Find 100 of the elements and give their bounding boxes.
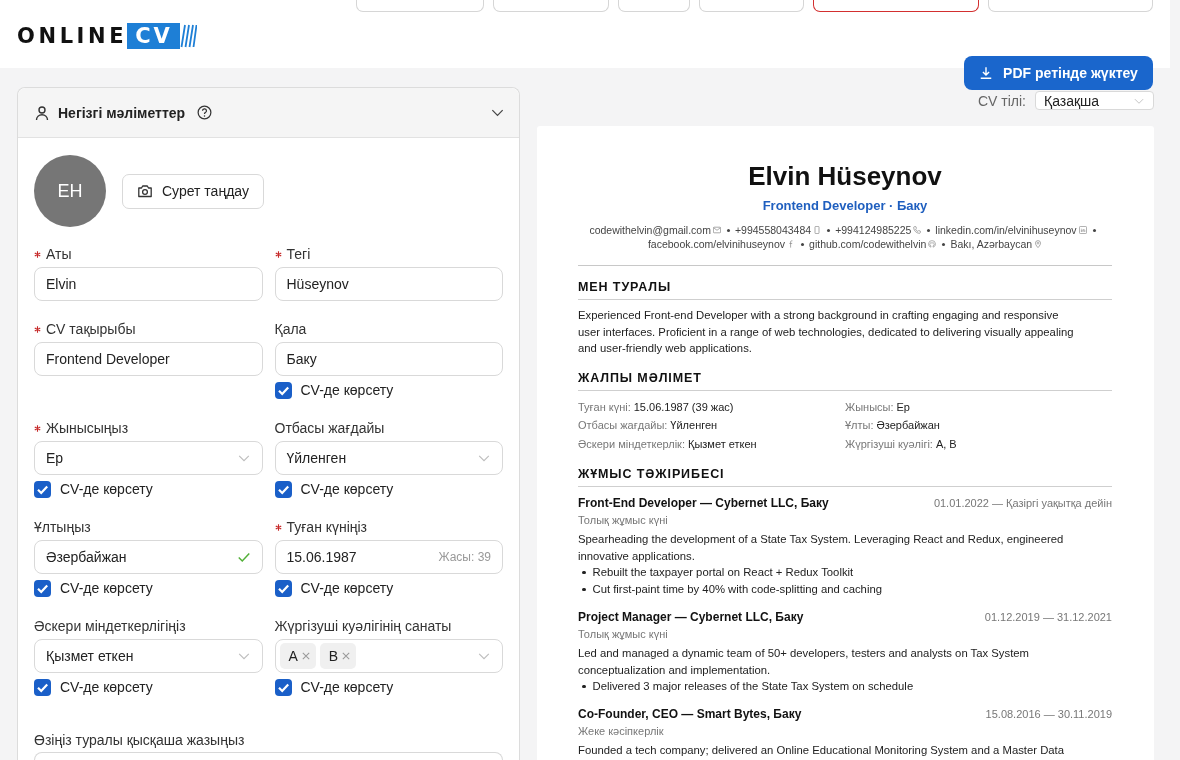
bullet-icon [582, 587, 586, 592]
person-icon [34, 104, 50, 121]
tag-chip[interactable]: B [319, 643, 357, 669]
field-label: Өзіңіз туралы қысқаша жазыңыз [34, 732, 245, 748]
fact-label: Ұлты: [845, 418, 874, 433]
job-title: Front-End Developer — Cybernet LLC, Баку [578, 495, 829, 511]
text-field[interactable]: Баку [274, 342, 503, 376]
choose-photo-button[interactable]: Сурет таңдау [122, 173, 264, 209]
separator-dot-icon [801, 242, 805, 246]
fact-label: Туған күні: [578, 399, 631, 415]
field-label: Әскери міндеткерлігіңіз [34, 618, 186, 634]
job-bullet: Cut first-paint time by 40% with code-splitting and caching [592, 582, 882, 597]
separator-dot-icon [927, 228, 931, 232]
job-type: Толық жұмыс күні [578, 513, 668, 528]
contact-text: +994558043484 [734, 223, 812, 237]
checkbox-label[interactable]: CV-де көрсету [300, 481, 394, 497]
job-dates: 01.12.2019 — 31.12.2021 [984, 610, 1112, 625]
envelope-icon [712, 226, 721, 234]
contact-text: +994124985225 [835, 223, 912, 237]
contact-text: github.com/codewithelvin [809, 237, 927, 251]
section-heading: ЖҰМЫС ТӘЖІРИБЕСІ [578, 467, 725, 481]
field-label: Отбасы жағдайы [274, 420, 385, 436]
toolbar-button[interactable] [813, 0, 979, 12]
help-icon[interactable] [197, 105, 213, 120]
contact-text: Bakı, Azərbaycan [950, 237, 1033, 251]
bullet-icon [582, 570, 586, 575]
job-description: Spearheading the development of a State Tax System. Leveraging React and Redux, engineered innovative applications. [578, 532, 1065, 564]
checkbox[interactable] [34, 678, 51, 696]
multi-select-field[interactable]: A B [274, 639, 503, 673]
select-field[interactable]: Қызмет еткен [34, 639, 263, 673]
avatar-initials: EH [34, 155, 106, 227]
checkbox-label[interactable]: CV-де көрсету [300, 580, 394, 596]
job-dates: 01.01.2022 — Қазіргі уақытқа дейін [933, 496, 1112, 511]
panel-header[interactable]: Негізгі мәліметтер [18, 88, 519, 138]
logo-text: ONLINE [17, 22, 128, 49]
job-bullet: Rebuilt the taxpayer portal on React + Redux Toolkit [592, 565, 854, 580]
field-label: Жынысыңыз [46, 420, 129, 436]
checkbox[interactable] [274, 579, 292, 597]
fact-value: Әзербайжан [876, 418, 940, 433]
field-label: Туған күніңіз [286, 519, 367, 535]
checkbox[interactable] [34, 480, 51, 498]
checkbox[interactable] [274, 381, 292, 399]
camera-icon [137, 183, 153, 199]
text-field[interactable]: Elvin [34, 267, 263, 301]
phone-icon [913, 226, 922, 234]
language-select[interactable]: Қазақша [1035, 91, 1154, 110]
text-field[interactable]: Frontend Developer [34, 342, 263, 376]
job-description: Led and managed a dynamic team of 50+ developers, testers and analysts on Tax System conceptualization and implementation. [578, 646, 1030, 678]
text-field[interactable]: Әзербайжан [34, 540, 263, 574]
download-pdf-button[interactable]: PDF ретінде жүктеу [964, 56, 1153, 90]
date-field[interactable]: 15.06.1987 Жасы: 39 [274, 540, 503, 574]
checkbox-label[interactable]: CV-де көрсету [300, 679, 394, 695]
contact-text: linkedin.com/in/elvinihuseynov [935, 223, 1077, 237]
contact-text: facebook.com/elvinihuseynov [647, 237, 786, 251]
separator-dot-icon [726, 228, 730, 232]
logo-badge: CV [127, 22, 180, 49]
logo-stripes-icon [179, 23, 197, 48]
select-field[interactable]: Ер [34, 441, 263, 475]
checkbox-label[interactable]: CV-де көрсету [60, 580, 153, 596]
bullet-icon [582, 684, 586, 689]
job-type: Жеке кәсіпкерлік [578, 724, 664, 739]
cv-name: Elvin Hüseynov [748, 160, 942, 192]
section-heading: ЖАЛПЫ МӘЛІМЕТ [578, 370, 702, 385]
panel-title: Негізгі мәліметтер [58, 104, 186, 121]
text-field[interactable]: Hüseynov [274, 267, 503, 301]
download-icon [979, 66, 994, 80]
contact-text: codewithelvin@gmail.com [589, 223, 711, 237]
separator-dot-icon [1092, 228, 1096, 232]
fact-label: Жынысы: [845, 399, 894, 415]
fact-value: Қызмет еткен [687, 436, 757, 452]
field-label: Тегі [286, 246, 311, 262]
summary-paragraph: Experienced Front-end Developer with a strong background in crafting engaging and responsive user interfaces. Proficient in a range of web technologies, dedicated to delivering visually appealing and user-friendly web applications. [578, 308, 1075, 356]
checkbox[interactable] [274, 678, 292, 696]
checkbox[interactable] [34, 579, 51, 597]
field-label: CV тақырыбы [46, 321, 136, 337]
github-icon [928, 240, 937, 248]
checkbox[interactable] [274, 480, 292, 498]
linkedin-icon [1078, 226, 1087, 234]
fact-value: A, B [935, 436, 957, 452]
mobile-phone-icon [813, 226, 822, 234]
section-heading: МЕН ТУРАЛЫ [578, 280, 672, 294]
field-label: Қала [274, 321, 307, 337]
job-title: Co-Founder, CEO — Smart Bytes, Баку [578, 706, 802, 722]
checkbox-label[interactable]: CV-де көрсету [60, 679, 153, 695]
fact-label: Жүргізуші куәлігі: [845, 436, 933, 452]
tag-chip[interactable]: A [279, 643, 316, 669]
language-label: CV тілі: [977, 92, 1026, 109]
fact-value: Үйленген [670, 418, 718, 433]
job-description: Founded a tech company; delivered an Online Educational Monitoring System and a Master Data [578, 743, 1066, 758]
separator-dot-icon [827, 228, 831, 232]
textarea-field[interactable] [34, 752, 503, 760]
fact-label: Әскери міндеткерлік: [578, 436, 685, 452]
field-label: Ұлтыңыз [34, 519, 91, 535]
fact-value: 15.06.1987 (39 жас) [633, 399, 734, 415]
checkbox-label[interactable]: CV-де көрсету [60, 481, 153, 497]
checkbox-label[interactable]: CV-де көрсету [300, 382, 394, 398]
cv-headline: Frontend Developer · Баку [762, 198, 928, 214]
fact-label: Отбасы жағдайы: [578, 418, 668, 433]
field-label: Жүргізуші куәлігінің санаты [274, 618, 452, 634]
select-field[interactable]: Үйленген [274, 441, 503, 475]
